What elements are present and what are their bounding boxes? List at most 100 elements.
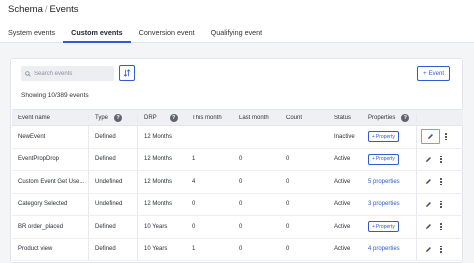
cell-properties: 5 properties xyxy=(362,171,417,193)
cell-status: Active xyxy=(334,201,351,208)
breadcrumb-root[interactable]: Schema xyxy=(8,4,43,15)
edit-button[interactable] xyxy=(421,220,435,233)
cell-status: Active xyxy=(334,246,351,253)
col-drp[interactable]: DRP? xyxy=(138,113,186,122)
table-header: Event name Type? DRP? This month Last mo… xyxy=(12,109,463,126)
tab-conversion-event[interactable]: Conversion event xyxy=(131,24,203,43)
col-this-month[interactable]: This month xyxy=(186,115,233,121)
more-options-icon[interactable] xyxy=(440,155,442,163)
more-options-icon[interactable] xyxy=(440,245,442,253)
table-row[interactable]: Category Selected Undefined 12 Months 0 … xyxy=(12,193,463,216)
cell-count: 0 xyxy=(286,156,290,163)
add-property-button[interactable]: + Property xyxy=(368,221,399,233)
cell-drp: 12 Months xyxy=(144,156,173,163)
cell-count: 0 xyxy=(286,201,290,208)
search-icon xyxy=(25,70,31,77)
pencil-icon xyxy=(425,224,431,230)
more-options-icon[interactable] xyxy=(440,200,442,208)
cell-drp: 10 Years xyxy=(144,246,168,253)
cell-drp: 12 Months xyxy=(144,201,173,208)
breadcrumb-current: Events xyxy=(49,4,79,15)
cell-this-month: 1 xyxy=(192,156,196,163)
add-event-label: Event xyxy=(428,70,444,77)
cell-event-name[interactable]: EventPropDrop xyxy=(12,148,89,170)
table-row[interactable]: EventPropDrop Defined 12 Months 1 0 0 Ac… xyxy=(12,148,463,171)
col-properties[interactable]: Properties? xyxy=(362,113,417,122)
properties-link[interactable]: 3 properties xyxy=(368,201,400,207)
tab-qualifying-event[interactable]: Qualifying event xyxy=(203,24,271,43)
properties-link[interactable]: 5 properties xyxy=(368,179,400,185)
add-property-button[interactable]: + Property xyxy=(368,153,399,165)
tab-system-events[interactable]: System events xyxy=(0,24,63,43)
cell-last-month: 0 xyxy=(239,178,243,185)
cell-type: Defined xyxy=(89,216,138,238)
cell-event-name[interactable]: BR order_placed xyxy=(12,216,89,238)
plus-icon: + xyxy=(372,133,375,140)
cell-event-name[interactable]: Category Selected xyxy=(12,193,89,215)
cell-actions xyxy=(417,126,463,148)
add-property-label: Property xyxy=(375,156,395,163)
table-row[interactable]: BR order_placed Defined 10 Years 0 0 0 A… xyxy=(12,216,463,239)
edit-button[interactable] xyxy=(421,153,435,166)
more-options-icon[interactable] xyxy=(440,178,442,186)
cell-actions xyxy=(417,149,463,171)
add-event-button[interactable]: + Event xyxy=(417,66,450,81)
tab-custom-events[interactable]: Custom events xyxy=(63,24,131,43)
sort-icon xyxy=(123,69,131,77)
add-property-button[interactable]: + Property xyxy=(368,131,399,143)
cell-count xyxy=(280,126,328,148)
help-icon[interactable]: ? xyxy=(169,113,178,122)
edit-button[interactable] xyxy=(421,175,435,188)
add-property-label: Property xyxy=(375,223,395,230)
cell-count: 0 xyxy=(286,246,290,253)
cell-last-month: 0 xyxy=(239,246,243,253)
cell-properties: + Property xyxy=(362,216,417,238)
cell-this-month: 1 xyxy=(192,246,196,253)
table-row[interactable]: NewEvent Defined 12 Months Inactive + Pro… xyxy=(12,126,463,149)
cell-drp: 10 Years xyxy=(144,223,168,230)
edit-button[interactable] xyxy=(421,198,435,211)
edit-button[interactable] xyxy=(421,243,435,256)
cell-actions xyxy=(417,194,463,216)
table-row[interactable]: Custom Event Get Use... Undefined 12 Mon… xyxy=(12,171,463,194)
cell-event-name[interactable]: NewEvent xyxy=(12,126,89,148)
showing-count: Showing 10/389 events xyxy=(21,92,89,99)
page-header: Schema / Events System events Custom event… xyxy=(0,0,474,43)
help-icon[interactable]: ? xyxy=(114,113,123,122)
col-last-month[interactable]: Last month xyxy=(233,115,280,121)
search-input[interactable] xyxy=(34,70,114,77)
cell-count: 0 xyxy=(286,223,290,230)
pencil-icon xyxy=(425,156,431,162)
cell-properties: 4 properties xyxy=(362,238,417,260)
pencil-icon xyxy=(425,246,431,252)
cell-last-month: 0 xyxy=(239,156,243,163)
cell-event-name[interactable]: Custom Event Get Use... xyxy=(12,171,89,193)
search-box[interactable] xyxy=(21,66,114,81)
col-event-name[interactable]: Event name xyxy=(12,114,89,121)
col-label: This month xyxy=(192,114,222,121)
plus-icon: + xyxy=(372,156,375,163)
cell-last-month xyxy=(233,126,280,148)
more-options-icon[interactable] xyxy=(445,133,447,141)
more-options-icon[interactable] xyxy=(440,223,442,231)
table-body: NewEvent Defined 12 Months Inactive + Pro… xyxy=(12,126,463,261)
cell-type: Undefined xyxy=(89,193,138,215)
cell-status: Inactive xyxy=(334,133,355,140)
properties-link[interactable]: 4 properties xyxy=(368,246,400,252)
col-count[interactable]: Count xyxy=(280,115,328,121)
cell-properties: + Property xyxy=(362,126,417,148)
events-table: Event name Type? DRP? This month Last mo… xyxy=(12,109,463,261)
edit-button[interactable] xyxy=(421,129,440,145)
cell-type: Undefined xyxy=(89,171,138,193)
cell-drp: 12 Months xyxy=(144,178,173,185)
help-icon[interactable]: ? xyxy=(401,113,410,122)
cell-event-name[interactable]: Product view xyxy=(12,238,89,260)
cell-actions xyxy=(417,239,463,261)
sort-filter-button[interactable] xyxy=(119,65,135,81)
col-status[interactable]: Status xyxy=(328,115,362,121)
tab-bar: System events Custom events Conversion e… xyxy=(0,24,270,43)
col-type[interactable]: Type? xyxy=(89,113,138,122)
cell-this-month: 0 xyxy=(192,223,196,230)
col-label: DRP xyxy=(144,114,157,121)
cell-count: 0 xyxy=(286,178,290,185)
